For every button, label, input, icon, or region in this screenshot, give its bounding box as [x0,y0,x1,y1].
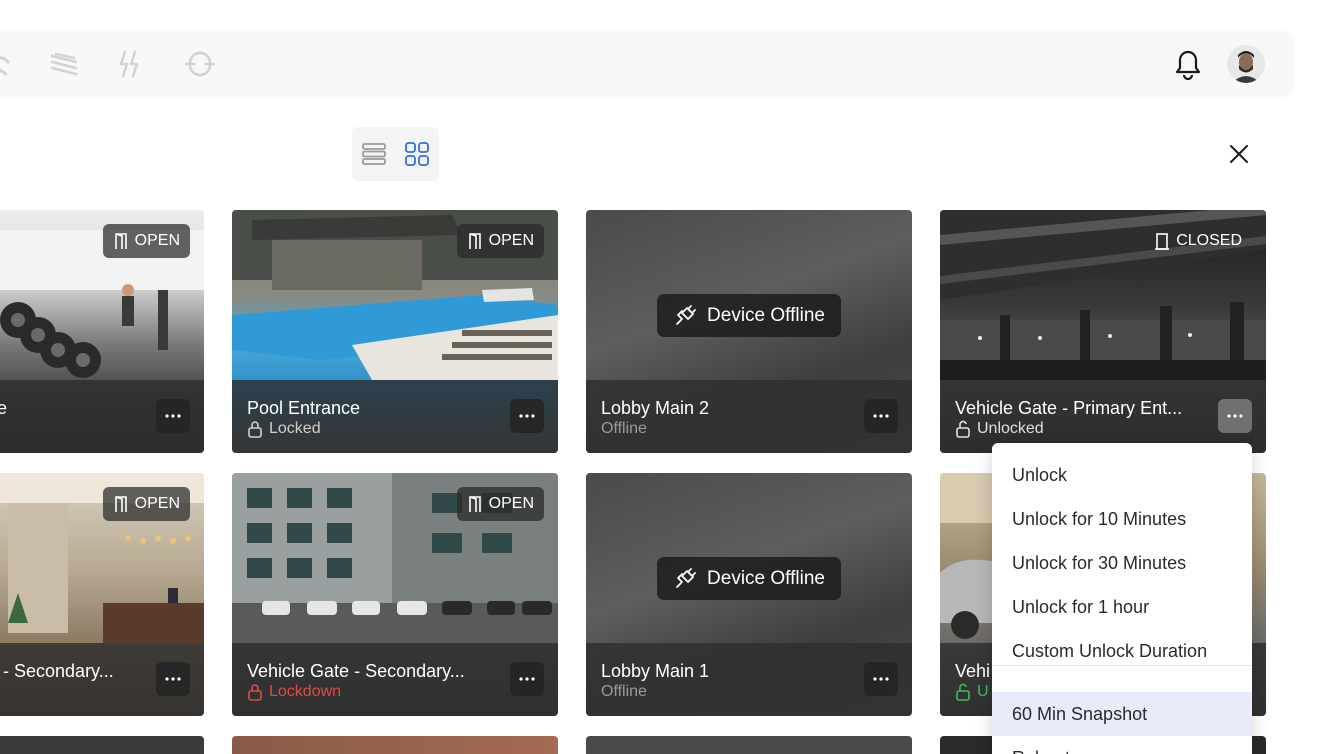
app-root: OPEN ce OPEN Pool Entrance Locked [0,0,1325,754]
more-options-button[interactable] [156,662,190,696]
offline-label: Device Offline [707,304,825,326]
card-name: Lobby Main 2 [601,398,710,418]
bell-icon[interactable] [1172,46,1204,80]
partial-icon[interactable] [0,48,18,80]
lock-icon [248,421,262,438]
disconnected-plug-icon [676,567,696,588]
bolt-icon[interactable] [115,48,147,80]
lock-status: Offline [601,683,647,701]
more-options-button[interactable] [510,662,544,696]
door-card-gym[interactable]: OPEN ce [0,210,204,453]
close-icon[interactable] [1226,141,1252,167]
badge-label: OPEN [134,495,180,512]
door-card-lobby-secondary[interactable]: OPEN e - Secondary... [0,473,204,716]
more-options-button[interactable] [1218,399,1252,433]
ellipsis-icon [873,677,889,681]
lock-status: Offline [601,420,647,438]
menu-item-reboot[interactable]: Reboot [992,736,1252,754]
door-open-icon [114,496,127,512]
card-name: Vehicle Gate - Primary Ent... [955,398,1183,418]
door-open-icon [468,496,481,512]
device-offline-overlay: Device Offline [657,294,841,337]
avatar[interactable] [1227,45,1265,83]
layers-icon[interactable] [48,48,80,80]
disconnected-plug-icon [676,304,696,325]
door-card-lobby-main-2[interactable]: Device Offline Lobby Main 2 Offline [586,210,912,453]
badge-label: CLOSED [1176,232,1242,249]
list-view-icon[interactable] [360,140,388,168]
door-state-badge: OPEN [102,224,190,258]
door-card-lobby-main-1[interactable]: Device Offline Lobby Main 1 Offline [586,473,912,716]
offline-label: Device Offline [707,567,825,589]
device-offline-overlay: Device Offline [657,557,841,600]
lock-status: Lockdown [247,683,341,701]
badge-label: OPEN [488,232,534,249]
menu-item-snapshot[interactable]: 60 Min Snapshot [992,692,1252,736]
door-card-vehicle-gate-primary[interactable]: CLOSED Vehicle Gate - Primary Ent... Unl… [940,210,1266,453]
lock-status-label: Offline [601,683,647,700]
ellipsis-icon [165,677,181,681]
door-open-icon [114,233,127,249]
view-toggle [352,127,439,181]
menu-item-unlock[interactable]: Unlock [992,453,1252,497]
lock-icon [248,684,262,701]
door-card-row3-c[interactable] [586,736,912,754]
sync-icon[interactable] [184,48,216,80]
lock-status-label: Lockdown [269,683,342,700]
avatar-icon [1227,45,1265,83]
door-card-vehicle-gate-secondary[interactable]: OPEN Vehicle Gate - Secondary... Lockdow… [232,473,558,716]
card-name: Pool Entrance [247,398,361,418]
card-name: Vehi [955,661,991,681]
lock-status-label: U [977,683,989,700]
door-state-badge: CLOSED [1144,224,1252,258]
card-name: ce [0,398,8,418]
door-actions-menu: Unlock Unlock for 10 Minutes Unlock for … [992,443,1252,754]
more-options-button[interactable] [510,399,544,433]
menu-divider [992,665,1252,666]
lock-status: Unlocked [955,420,1044,438]
door-state-badge: OPEN [456,224,544,258]
more-options-button[interactable] [864,399,898,433]
door-state-badge: OPEN [102,487,190,521]
unlock-icon [956,683,970,701]
door-card-row3-b[interactable] [232,736,558,754]
menu-item-custom-duration[interactable]: Custom Unlock Duration [992,629,1252,673]
lock-status: Locked [247,420,321,438]
lock-status: U [955,683,989,701]
menu-item-unlock-10-min[interactable]: Unlock for 10 Minutes [992,497,1252,541]
unlock-icon [956,420,970,438]
door-card-pool-entrance[interactable]: OPEN Pool Entrance Locked [232,210,558,453]
menu-item-unlock-30-min[interactable]: Unlock for 30 Minutes [992,541,1252,585]
grid-view-icon[interactable] [403,140,431,168]
door-state-badge: OPEN [456,487,544,521]
door-open-icon [468,233,481,249]
card-name: e - Secondary... [0,661,114,681]
card-name: Vehicle Gate - Secondary... [247,661,465,681]
card-name: Lobby Main 1 [601,661,710,681]
ellipsis-icon [165,414,181,418]
ellipsis-icon [519,677,535,681]
ellipsis-icon [519,414,535,418]
door-card-row3-a[interactable] [0,736,204,754]
door-closed-icon [1155,233,1170,250]
more-options-button[interactable] [864,662,898,696]
more-options-button[interactable] [156,399,190,433]
badge-label: OPEN [134,232,180,249]
badge-label: OPEN [488,495,534,512]
lock-status-label: Unlocked [977,420,1044,437]
top-bar [0,30,1295,98]
lock-status-label: Offline [601,420,647,437]
ellipsis-icon [1227,414,1243,418]
garage-car-scene [940,473,1000,639]
lock-status-label: Locked [269,420,321,437]
ellipsis-icon [873,414,889,418]
menu-item-unlock-1-hour[interactable]: Unlock for 1 hour [992,585,1252,629]
